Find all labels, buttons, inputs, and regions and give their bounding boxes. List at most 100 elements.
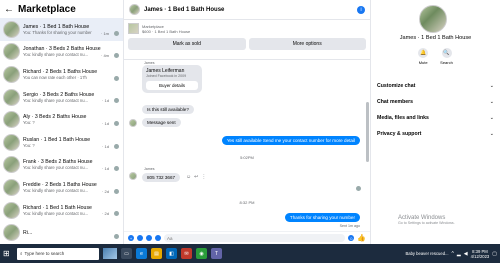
listing-thumbnail[interactable] xyxy=(128,23,139,34)
time-separator: 5:02PM xyxy=(240,155,254,160)
thread-scrollbar[interactable] xyxy=(366,62,369,218)
conversation-time: · 2d xyxy=(102,188,109,194)
notification-icon[interactable]: ▢ xyxy=(492,251,497,257)
weather-news[interactable]: Baby beaver rescued... xyxy=(405,251,448,256)
seen-indicator xyxy=(356,186,361,191)
sender-avatar xyxy=(129,119,137,127)
message-bubble: Is this still available? xyxy=(142,105,194,114)
network-icon[interactable]: ▂ xyxy=(457,251,461,257)
conversation-item[interactable]: Ri... xyxy=(0,221,123,244)
seen-indicator xyxy=(114,75,119,81)
sender-avatar xyxy=(129,172,137,180)
mark-as-sold-button[interactable]: Mark as sold xyxy=(128,38,246,50)
profile-joined: Joined Facebook in 2009 xyxy=(146,74,187,78)
react-icon[interactable]: ☺ xyxy=(186,174,191,180)
message-bubble-outgoing: Yes still available Send me your contact… xyxy=(221,136,360,145)
seen-indicator xyxy=(114,98,119,104)
conversation-avatar xyxy=(3,65,20,83)
conversation-avatar xyxy=(3,156,20,174)
conversation-item[interactable]: Ruslan · 1 Bed 1 Bath House You: ? · 1d xyxy=(0,131,123,154)
info-sections: Customize chat ⌄ Chat members ⌄ Media, fil… xyxy=(371,78,500,142)
windows-taskbar: ⊞ ⌕ Type here to search ▭ e ▤ ◧ ✉ ◉ T Ba… xyxy=(0,244,500,263)
conversation-item[interactable]: Richard · 1 Bed 1 Bath House You: kindly … xyxy=(0,199,123,222)
conversation-avatar xyxy=(3,111,20,129)
message-input[interactable] xyxy=(164,234,346,242)
section-chat-members[interactable]: Chat members ⌄ xyxy=(371,94,500,110)
conversation-item[interactable]: Frank · 3 Beds 2 Baths House You: kindly … xyxy=(0,154,123,177)
store-icon[interactable]: ◧ xyxy=(166,248,177,259)
listing-panel: Marketplace $600 · 1 Bed 1 Bath House Ma… xyxy=(124,20,370,60)
section-label: Privacy & support xyxy=(377,131,422,137)
plus-icon[interactable]: + xyxy=(128,235,134,241)
clock-date: 4/12/2023 xyxy=(470,253,490,259)
reply-icon[interactable]: ↩ xyxy=(194,174,198,180)
search-highlight-image[interactable] xyxy=(103,248,117,259)
more-options-button[interactable]: More options xyxy=(248,38,366,50)
info-avatar[interactable] xyxy=(419,5,447,33)
listing-price-title[interactable]: $600 · 1 Bed 1 Bath House xyxy=(142,29,190,34)
section-customize-chat[interactable]: Customize chat ⌄ xyxy=(371,78,500,94)
conversation-preview: You can now rate each other · 17h xyxy=(23,74,87,80)
search-icon: ⌕ xyxy=(20,251,23,256)
watermark-sub: Go to Settings to activate Windows. xyxy=(398,221,455,225)
emoji-icon[interactable]: ☺ xyxy=(348,235,355,241)
chrome-icon[interactable]: ◉ xyxy=(196,248,207,259)
conversation-avatar xyxy=(3,201,20,219)
conversation-item[interactable]: Richard · 2 Beds 1 Baths House You can no… xyxy=(0,63,123,86)
conversation-item[interactable]: James · 1 Bed 1 Bath House You: Thanks fo… xyxy=(0,18,123,41)
message-composer: + ☺ 👍 xyxy=(124,231,370,244)
conversation-time: · 2d xyxy=(102,211,109,217)
time-separator: 8:32 PM xyxy=(239,200,255,205)
teams-icon[interactable]: T xyxy=(211,248,222,259)
sidebar-title: Marketplace xyxy=(18,3,76,15)
buyer-details-button[interactable]: Buyer details xyxy=(146,81,198,90)
chat-avatar[interactable] xyxy=(129,4,140,15)
conversation-item[interactable]: Freddie · 2 Beds 1 Baths House You: kindl… xyxy=(0,176,123,199)
conversation-time: · 1d xyxy=(102,143,109,149)
conversation-time: · 1d xyxy=(102,166,109,172)
messenger-app: ← Marketplace James · 1 Bed 1 Bath House… xyxy=(0,0,500,244)
clock[interactable]: 8:39 PM 4/12/2023 xyxy=(471,249,490,259)
chevron-up-icon[interactable]: ^ xyxy=(452,251,454,257)
taskbar-search-placeholder: Type here to search xyxy=(24,251,65,256)
message-status: Sent 1m ago xyxy=(339,224,360,228)
bell-icon[interactable]: 🔔 xyxy=(418,48,429,58)
more-icon[interactable]: ⋮ xyxy=(201,174,206,180)
search-action[interactable]: 🔍 Search xyxy=(440,48,453,65)
message-sender: James xyxy=(144,167,155,171)
info-title: James · 1 Bed 1 Bath House xyxy=(399,35,472,41)
back-arrow-icon[interactable]: ← xyxy=(4,4,14,15)
section-media-files[interactable]: Media, files and links ⌄ xyxy=(371,110,500,126)
search-icon[interactable]: 🔍 xyxy=(441,48,452,58)
conversation-item[interactable]: Sergio · 3 Beds 2 Baths House You: kindly… xyxy=(0,86,123,109)
mail-icon[interactable]: ✉ xyxy=(181,248,192,259)
like-icon[interactable]: 👍 xyxy=(357,234,366,242)
seen-indicator xyxy=(114,30,119,36)
volume-icon[interactable]: ◀ xyxy=(464,251,468,257)
conversation-avatar xyxy=(3,20,20,38)
conversation-item[interactable]: Aly · 3 Beds 2 Baths House You: ? · 1d xyxy=(0,108,123,131)
chat-header: James · 1 Bed 1 Bath House i xyxy=(124,0,370,20)
photo-icon[interactable] xyxy=(137,235,143,241)
chat-title[interactable]: James · 1 Bed 1 Bath House xyxy=(144,7,353,13)
task-view-icon[interactable]: ▭ xyxy=(121,248,132,259)
seen-indicator xyxy=(114,233,119,239)
mute-action[interactable]: 🔔 Mute xyxy=(418,48,429,65)
conversation-avatar xyxy=(3,178,20,196)
taskbar-search[interactable]: ⌕ Type here to search xyxy=(17,247,99,260)
message-sent-label: Message sent xyxy=(142,118,181,127)
file-explorer-icon[interactable]: ▤ xyxy=(151,248,162,259)
edge-icon[interactable]: e xyxy=(136,248,147,259)
conversation-avatar xyxy=(3,43,20,61)
windows-start-icon[interactable]: ⊞ xyxy=(3,249,13,258)
section-privacy-support[interactable]: Privacy & support ⌄ xyxy=(371,126,500,142)
conversation-name: Ri... xyxy=(23,229,33,236)
seen-indicator xyxy=(114,53,119,59)
chat-panel: James · 1 Bed 1 Bath House i Marketplace… xyxy=(124,0,371,244)
message-actions: ☺ ↩ ⋮ xyxy=(186,174,206,180)
info-icon[interactable]: i xyxy=(357,5,365,14)
activate-windows-watermark: Activate Windows Go to Settings to activ… xyxy=(398,215,455,225)
sticker-icon[interactable] xyxy=(146,235,152,241)
gif-icon[interactable] xyxy=(155,235,161,241)
conversation-item[interactable]: Jonathan · 3 Beds 2 Baths House You: kind… xyxy=(0,41,123,64)
